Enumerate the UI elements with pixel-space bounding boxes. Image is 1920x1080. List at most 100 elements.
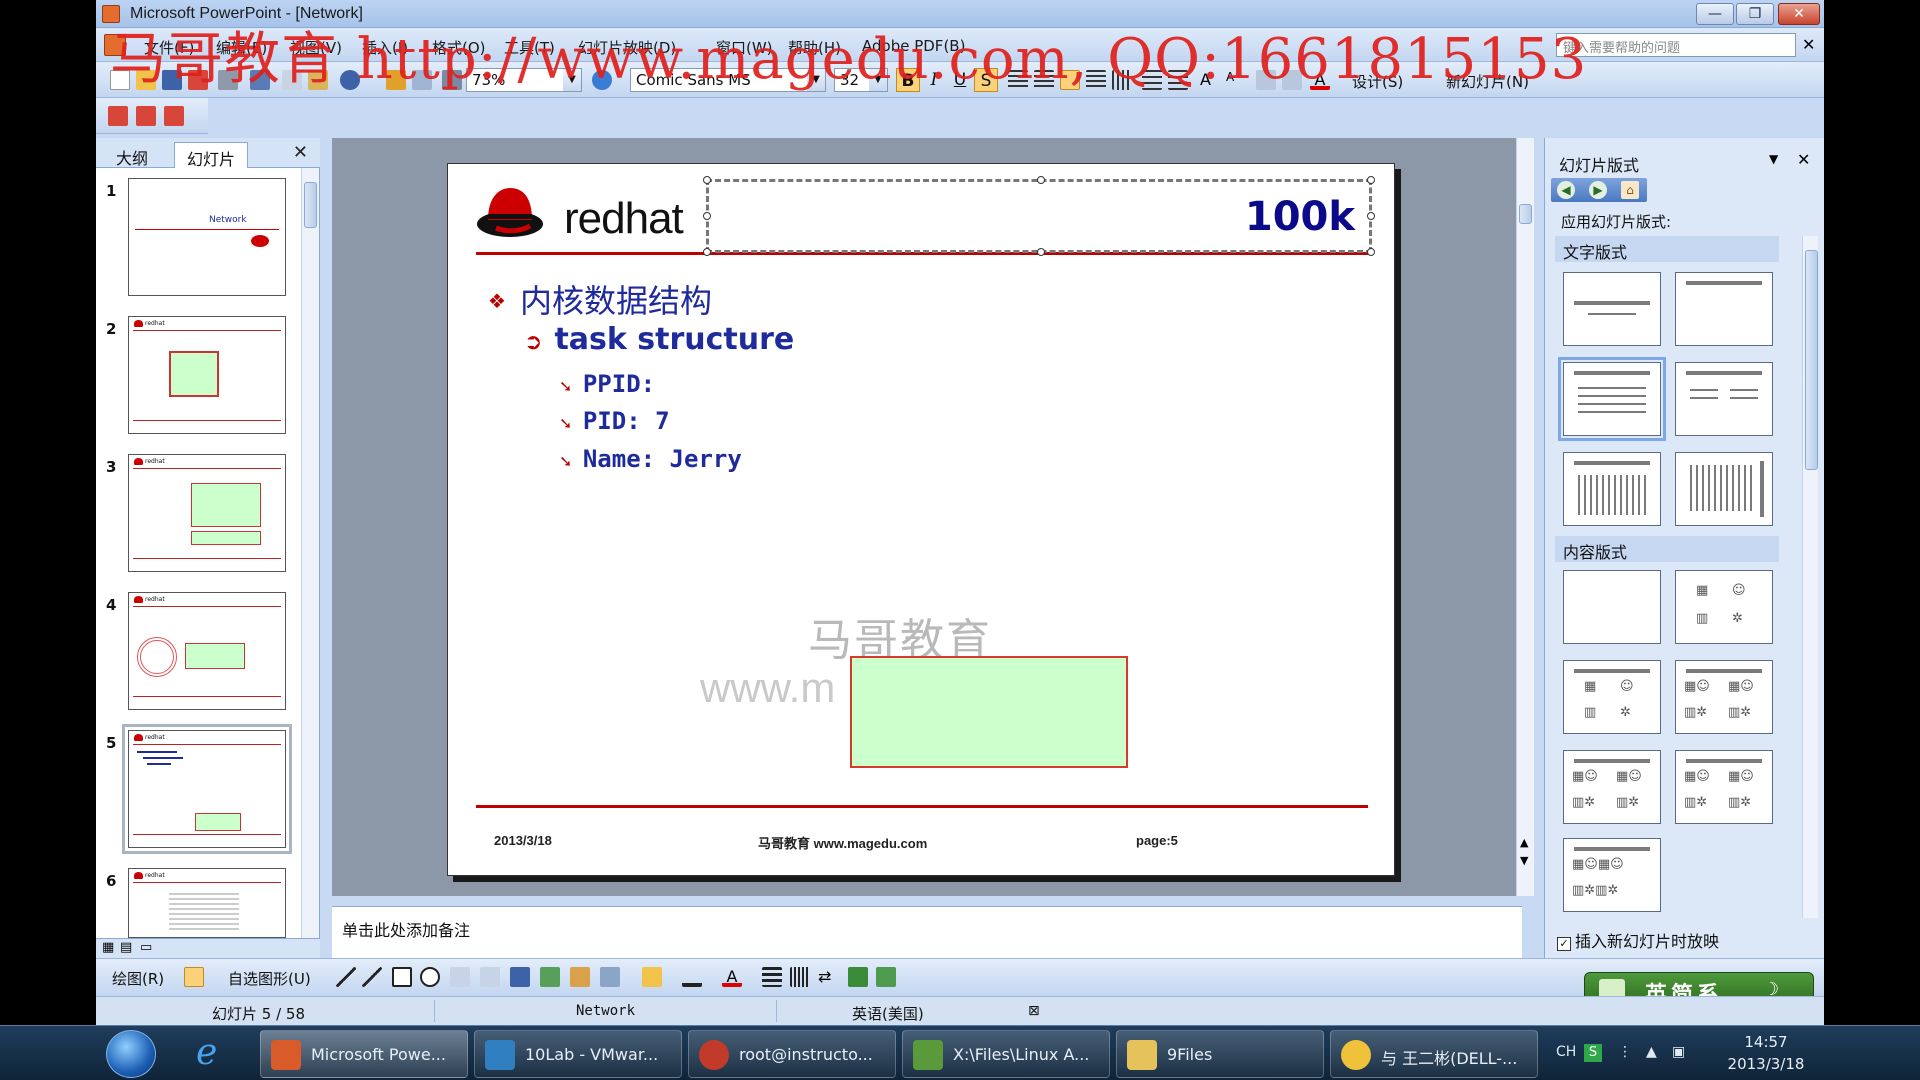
scrollbar-thumb[interactable] <box>1805 250 1818 470</box>
arrow-style-icon[interactable]: ⇄ <box>818 967 838 987</box>
clipart-icon[interactable] <box>570 967 590 987</box>
dash-style-icon[interactable] <box>790 967 810 987</box>
taskbar-app-terminal[interactable]: root@instructo... <box>688 1030 896 1078</box>
slide-thumbnail-4[interactable]: redhat <box>128 592 286 710</box>
layout-vertical-title-text[interactable] <box>1675 452 1773 526</box>
pdf-convert-icon[interactable] <box>108 106 128 126</box>
bullet-level-1[interactable]: ❖ 内核数据结构 <box>488 276 712 322</box>
ime-tray-icon[interactable]: S <box>1584 1044 1602 1062</box>
resize-handle[interactable] <box>703 212 711 220</box>
normal-view-icon[interactable]: ▦ <box>102 940 114 955</box>
network-tray-icon[interactable]: ⋮ <box>1618 1044 1632 1060</box>
resize-handle[interactable] <box>1037 176 1045 184</box>
notes-pane[interactable]: 单击此处添加备注 <box>332 906 1522 958</box>
layout-title-and-text[interactable] <box>1558 357 1666 441</box>
forward-icon[interactable]: ▶ <box>1589 181 1607 199</box>
layout-two-column-text[interactable] <box>1675 362 1773 436</box>
taskbar-app-chat[interactable]: 与 王二彬(DELL-... <box>1330 1030 1538 1078</box>
layouts-scrollbar[interactable] <box>1802 236 1818 918</box>
taskbar-app-explorer[interactable]: 9Files <box>1116 1030 1324 1078</box>
slide-thumbnail-1[interactable]: Network <box>128 178 286 296</box>
bullet-level-3[interactable]: ➘ Name: Jerry <box>560 445 742 473</box>
taskbar-app-vmware[interactable]: 10Lab - VMwar... <box>474 1030 682 1078</box>
menu-close-icon[interactable]: ✕ <box>1802 35 1815 54</box>
layout-title-slide[interactable] <box>1563 272 1661 346</box>
bullet-level-3[interactable]: ➘ PPID: <box>560 370 655 398</box>
slide-thumbnail-2[interactable]: redhat <box>128 316 286 434</box>
tab-slides[interactable]: 幻灯片 <box>174 142 249 169</box>
slide-thumbnail-5[interactable]: redhat <box>122 724 292 854</box>
bullet-level-3[interactable]: ➘ PID: 7 <box>560 407 670 435</box>
layout-blank[interactable] <box>1563 570 1661 644</box>
green-rectangle-shape[interactable] <box>850 656 1128 768</box>
fill-color-icon[interactable] <box>642 967 662 987</box>
rectangle-icon[interactable] <box>392 967 412 987</box>
home-icon[interactable]: ⌂ <box>1621 181 1639 199</box>
picture-icon[interactable] <box>600 967 620 987</box>
slide-scrollbar[interactable]: ▲ ▼ <box>1516 138 1534 896</box>
scrollbar-thumb[interactable] <box>304 182 317 228</box>
diagram-icon[interactable] <box>540 967 560 987</box>
show-on-insert-checkbox[interactable]: ✓ 插入新幻灯片时放映 <box>1557 928 1719 952</box>
close-button[interactable]: ✕ <box>1778 3 1820 25</box>
line-style-icon[interactable] <box>762 967 782 987</box>
slides-scrollbar[interactable] <box>301 168 319 938</box>
textbox-icon[interactable] <box>450 967 470 987</box>
tab-outline[interactable]: 大纲 <box>104 142 160 168</box>
line-icon[interactable] <box>336 967 356 987</box>
layout-title-content-2[interactable]: ▦☺ ▦☺ ▥✲ ▥✲ <box>1563 750 1661 824</box>
checkbox-checked-icon[interactable]: ✓ <box>1557 937 1571 951</box>
layout-title-four-content[interactable]: ▦☺▦☺ ▥✲▥✲ <box>1563 838 1661 912</box>
resize-handle[interactable] <box>1367 212 1375 220</box>
internet-explorer-pinned[interactable]: e <box>186 1030 244 1078</box>
layout-title-two-content[interactable]: ▦☺ ▦☺ ▥✲ ▥✲ <box>1675 660 1773 734</box>
layout-title-only[interactable] <box>1675 272 1773 346</box>
scrollbar-thumb[interactable] <box>1519 204 1532 224</box>
slide-thumbnail-3[interactable]: redhat <box>128 454 286 572</box>
shadow-style-icon[interactable] <box>848 967 868 987</box>
resize-handle[interactable] <box>1367 248 1375 256</box>
bullet-level-2[interactable]: ➲ task structure <box>524 322 794 357</box>
layout-vertical-text[interactable] <box>1563 452 1661 526</box>
input-language-indicator[interactable]: CH <box>1556 1044 1576 1060</box>
current-slide[interactable]: redhat 100k ❖ 内核数据结构 ➲ task structure ➘ PPI… <box>447 163 1395 876</box>
slide-thumbnail-6[interactable]: redhat <box>128 868 286 938</box>
show-hidden-icons[interactable]: ▲ <box>1646 1044 1657 1060</box>
resize-handle[interactable] <box>1037 248 1045 256</box>
minimize-button[interactable]: — <box>1696 3 1734 25</box>
3d-style-icon[interactable] <box>876 967 896 987</box>
arrow-icon[interactable] <box>362 967 382 987</box>
layout-content[interactable]: ▦ ☺ ▥ ✲ <box>1675 570 1773 644</box>
next-slide-icon[interactable]: ▼ <box>1520 854 1528 867</box>
taskbar-app-editor[interactable]: X:\Files\Linux A... <box>902 1030 1110 1078</box>
slide-title[interactable]: 100k <box>1245 194 1355 240</box>
back-icon[interactable]: ◀ <box>1557 181 1575 199</box>
select-objects-icon[interactable] <box>184 967 204 987</box>
line-color-icon[interactable] <box>682 967 702 987</box>
resize-handle[interactable] <box>1367 176 1375 184</box>
close-icon[interactable]: ✕ <box>1797 150 1810 169</box>
resize-handle[interactable] <box>703 248 711 256</box>
layout-title-content-3[interactable]: ▦☺ ▦☺ ▥✲ ▥✲ <box>1675 750 1773 824</box>
pdf-email-icon[interactable] <box>136 106 156 126</box>
restore-button[interactable]: ❐ <box>1736 3 1774 25</box>
font-color-icon[interactable]: A <box>722 967 742 987</box>
resize-handle[interactable] <box>703 176 711 184</box>
computer-tray-icon[interactable]: ▣ <box>1672 1044 1685 1060</box>
vertical-textbox-icon[interactable] <box>480 967 500 987</box>
oval-icon[interactable] <box>420 967 440 987</box>
taskbar-clock[interactable]: 14:57 2013/3/18 <box>1716 1031 1816 1075</box>
layout-title-and-content[interactable]: ▦ ☺ ▥ ✲ <box>1563 660 1661 734</box>
draw-menu-button[interactable]: 绘图(R) <box>112 968 164 989</box>
close-icon[interactable]: ✕ <box>293 142 308 163</box>
start-button[interactable] <box>106 1030 156 1078</box>
help-search-input[interactable]: 键入需要帮助的问题 <box>1556 33 1796 57</box>
taskbar-app-powerpoint[interactable]: Microsoft Powe... <box>260 1030 468 1078</box>
chevron-down-icon[interactable]: ▼ <box>1769 152 1778 166</box>
sorter-view-icon[interactable]: ▤ <box>120 940 132 955</box>
spell-check-icon[interactable]: ⊠ <box>1028 1003 1040 1019</box>
slideshow-view-icon[interactable]: ▭ <box>140 940 152 955</box>
autoshapes-button[interactable]: 自选图形(U) <box>228 968 311 989</box>
wordart-icon[interactable] <box>510 967 530 987</box>
title-placeholder[interactable]: 100k <box>703 176 1375 256</box>
